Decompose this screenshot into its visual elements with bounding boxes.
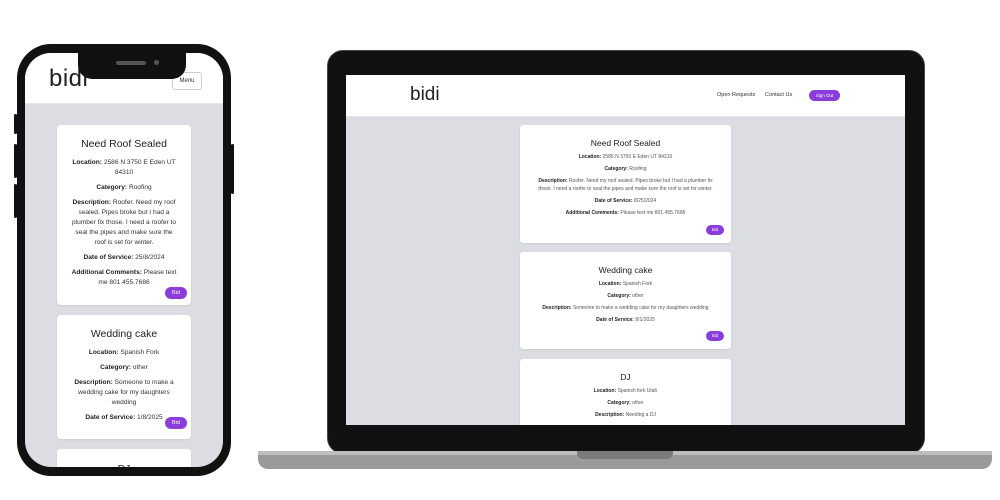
bid-button[interactable]: Bid — [706, 331, 724, 341]
category-value: other — [132, 364, 148, 371]
card-title: Need Roof Sealed — [81, 138, 167, 150]
description-label: Description: — [72, 199, 111, 206]
description-label: Description: — [542, 305, 572, 311]
location-row: Location: Spanish fork Utah — [520, 388, 731, 396]
category-row: Category: other — [520, 293, 731, 301]
category-value: Roofing — [629, 166, 647, 172]
phone-mockup: bidi Menu Need Roof Sealed Location: 258… — [14, 44, 234, 476]
location-label: Location: — [598, 281, 622, 287]
location-label: Location: — [593, 388, 617, 394]
camera-icon — [154, 60, 159, 65]
category-row: Category: Roofing — [57, 183, 191, 193]
card-title: Wedding cake — [598, 265, 653, 275]
date-label: Date of Service: — [594, 197, 633, 204]
location-row: Location: Spanish Fork — [520, 281, 731, 289]
comments-row: Additional Comments: Please text me 801.… — [57, 268, 191, 288]
location-value: Spanish Fork — [622, 281, 653, 287]
request-card: Wedding cake Location: Spanish Fork Cate… — [57, 315, 191, 439]
category-label: Category: — [607, 400, 631, 406]
date-row: Date of Service: 25/8/2024 — [57, 253, 191, 263]
request-card: Wedding cake Location: Spanish Fork Cate… — [520, 252, 731, 349]
category-label: Category: — [96, 184, 128, 191]
date-value: 8/1/2025 — [635, 317, 655, 323]
comments-value: Please text me 801.455.7686 — [620, 209, 686, 216]
category-row: Category: Roofing — [520, 166, 731, 174]
location-row: Location: 2586 N 3750 E Eden UT 84310 — [520, 154, 731, 162]
nav-open-requests[interactable]: Open Requests — [717, 92, 755, 98]
laptop-screen: bidi Open Requests Contact Us Sign Out N… — [346, 75, 905, 425]
date-label: Date of Service: — [596, 317, 634, 323]
description-label: Description: — [595, 412, 625, 418]
location-label: Location: — [578, 154, 602, 160]
location-row: Location: Spanish Fork — [57, 348, 191, 358]
location-value: Spanish fork Utah — [617, 388, 658, 394]
request-card: DJ Location: Spanish fork Utah Category:… — [520, 359, 731, 425]
laptop-app-header: bidi Open Requests Contact Us Sign Out — [346, 75, 905, 117]
category-label: Category: — [604, 166, 628, 172]
location-value: 2586 N 3750 E Eden UT 84310 — [602, 154, 673, 160]
category-row: Category: other — [520, 400, 731, 408]
request-card: Need Roof Sealed Location: 2586 N 3750 E… — [520, 125, 731, 243]
phone-notch — [78, 53, 186, 79]
comments-row: Additional Comments: Please text me 801.… — [520, 210, 731, 218]
category-value: other — [632, 293, 644, 299]
description-value: Needing a DJ — [625, 412, 656, 418]
date-value: 8/25/2024 — [633, 197, 657, 204]
request-card: Need Roof Sealed Location: 2586 N 3750 E… — [57, 125, 191, 305]
phone-volume-down — [14, 184, 17, 218]
card-title: DJ — [57, 463, 191, 467]
date-label: Date of Service: — [83, 254, 134, 261]
location-row: Location: 2586 N 3750 E Eden UT 84310 — [57, 158, 191, 178]
speaker-icon — [116, 61, 146, 65]
bid-button[interactable]: Bid — [165, 287, 187, 299]
date-value: 1/8/2025 — [137, 414, 163, 421]
request-card: DJ — [57, 449, 191, 467]
phone-volume-up — [14, 144, 17, 178]
description-value: Someone to make a wedding cake for my da… — [572, 305, 709, 311]
bid-button[interactable]: Bid — [165, 417, 187, 429]
comments-label: Additional Comments: — [71, 269, 142, 276]
category-value: Roofing — [128, 184, 152, 191]
description-row: Description: Needing a DJ — [520, 412, 731, 420]
phone-mute-switch — [14, 114, 17, 134]
description-row: Description: Someone to make a wedding c… — [57, 378, 191, 408]
description-value: Roofer. Need my roof sealed. Pipes broke… — [71, 199, 177, 246]
date-value: 25/8/2024 — [135, 254, 165, 261]
bid-button[interactable]: Bid — [706, 225, 724, 235]
description-label: Description: — [74, 379, 113, 386]
laptop-opening-notch — [577, 451, 673, 459]
card-title: Need Roof Sealed — [590, 138, 661, 148]
card-title: DJ — [620, 372, 631, 382]
category-row: Category: other — [57, 363, 191, 373]
description-row: Description: Roofer. Need my roof sealed… — [57, 198, 191, 248]
phone-power-button — [231, 144, 234, 194]
phone-screen: bidi Menu Need Roof Sealed Location: 258… — [25, 53, 223, 467]
date-label: Date of Service: — [85, 414, 136, 421]
nav-contact-us[interactable]: Contact Us — [765, 92, 792, 98]
description-row: Description: Roofer. Need my roof sealed… — [520, 178, 731, 193]
brand-logo[interactable]: bidi — [410, 84, 440, 106]
category-label: Category: — [100, 364, 131, 371]
date-row: Date of Service: 8/1/2025 — [520, 317, 731, 325]
date-row: Date of Service: 8/25/2024 — [520, 198, 731, 206]
category-label: Category: — [607, 293, 631, 299]
description-label: Description: — [538, 178, 568, 184]
sign-out-button[interactable]: Sign Out — [809, 90, 840, 101]
location-label: Location: — [72, 159, 102, 166]
card-title: Wedding cake — [90, 328, 158, 340]
comments-label: Additional Comments: — [565, 209, 619, 216]
description-row: Description: Someone to make a wedding c… — [520, 305, 731, 313]
location-label: Location: — [88, 349, 119, 356]
location-value: 2586 N 3750 E Eden UT 84310 — [103, 159, 176, 176]
category-value: other — [632, 400, 644, 406]
location-value: Spanish Fork — [120, 349, 160, 356]
